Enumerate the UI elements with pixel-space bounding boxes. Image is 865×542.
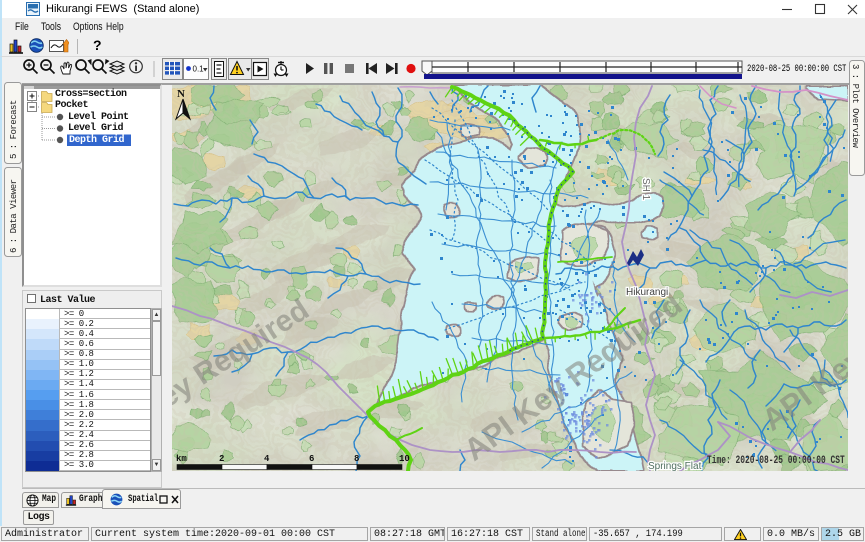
svg-text:Springs Flat: Springs Flat (648, 461, 702, 471)
svg-text:0.1: 0.1 (193, 65, 205, 74)
svg-text:10: 10 (399, 454, 410, 464)
svg-text:km: km (176, 454, 187, 464)
svg-text:3 : Plot Overview: 3 : Plot Overview (850, 64, 860, 148)
svg-text:4: 4 (264, 454, 270, 464)
svg-text:5 : Forecast: 5 : Forecast (9, 100, 19, 159)
svg-text:N: N (177, 88, 185, 100)
svg-text:6: 6 (309, 454, 314, 464)
svg-text:6 : Data Viewer: 6 : Data Viewer (9, 179, 19, 253)
svg-text:Hikurangi: Hikurangi (626, 287, 668, 298)
svg-text:2: 2 (219, 454, 224, 464)
svg-text:SH 1: SH 1 (640, 178, 651, 201)
svg-text:Time: 2020-08-25 00:00:00 CST: Time: 2020-08-25 00:00:00 CST (707, 454, 845, 467)
svg-text:8: 8 (354, 454, 359, 464)
